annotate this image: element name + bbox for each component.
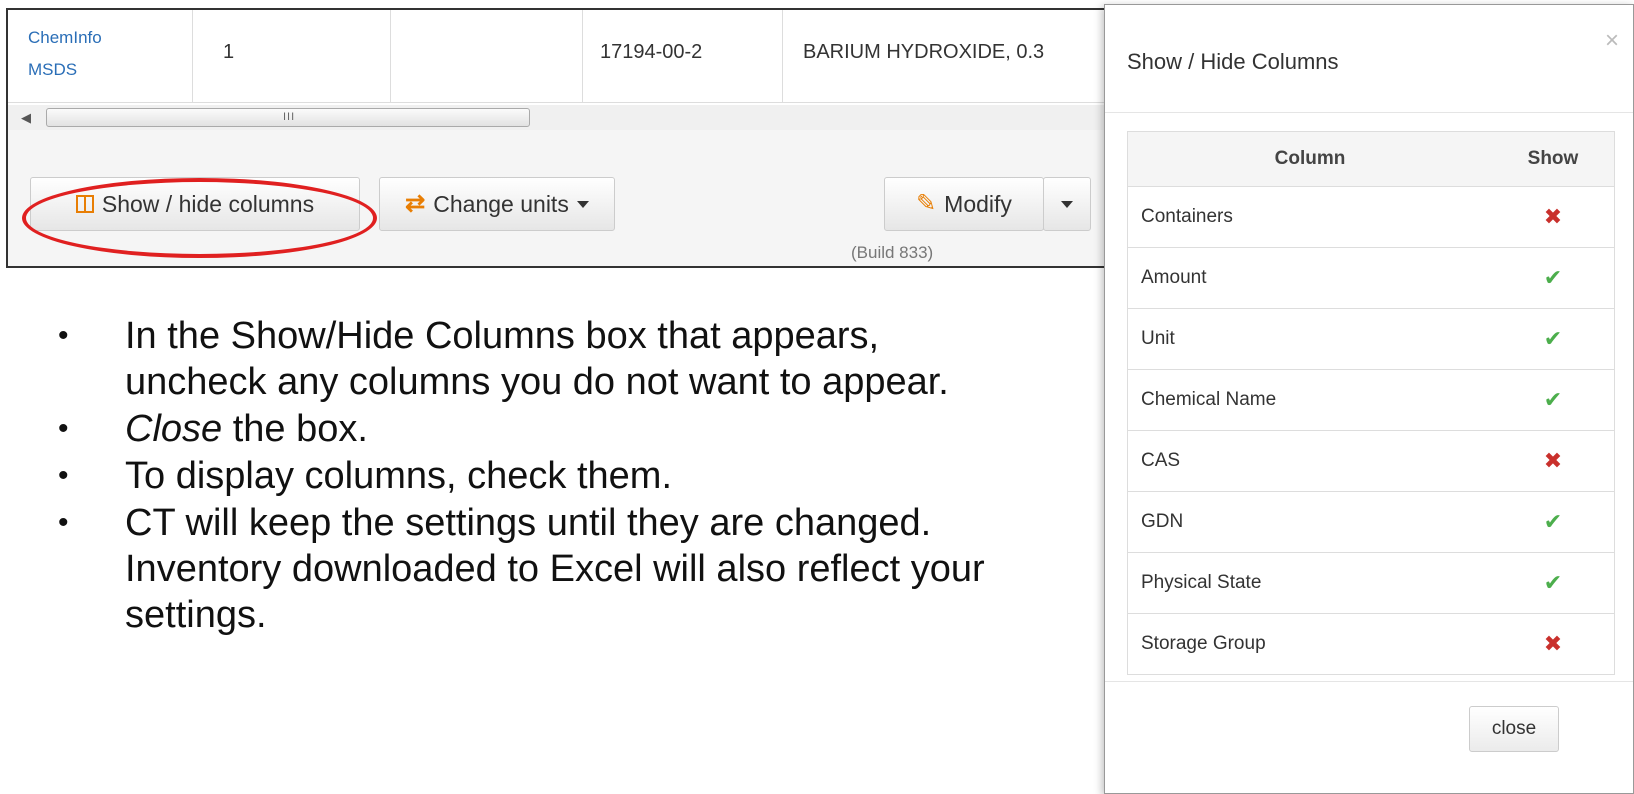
column-name: Unit: [1127, 308, 1492, 370]
column-header: Column: [1127, 131, 1492, 187]
change-units-label: Change units: [433, 190, 569, 217]
table-row[interactable]: Chemical Name ✔: [1127, 369, 1615, 431]
chemical-name-cell: BARIUM HYDROXIDE, 0.3: [783, 10, 1150, 102]
modal-footer-divider: [1105, 681, 1633, 682]
cross-icon[interactable]: ✖: [1492, 186, 1615, 248]
cheminfo-link[interactable]: ChemInfo: [28, 22, 102, 54]
instruction-list: • In the Show/Hide Columns box that appea…: [28, 313, 1028, 639]
edit-icon: ✎: [916, 190, 937, 217]
horizontal-scrollbar[interactable]: ◀ III: [8, 105, 1150, 130]
chevron-down-icon: [1061, 200, 1073, 208]
cas-cell: 17194-00-2: [583, 10, 783, 102]
table-row[interactable]: Amount ✔: [1127, 247, 1615, 309]
column-name: Containers: [1127, 186, 1492, 248]
close-icon[interactable]: ×: [1605, 27, 1619, 55]
columns-table-header: Column Show: [1127, 131, 1615, 187]
build-number: (Build 833): [851, 243, 934, 262]
chemical-name-value: BARIUM HYDROXIDE, 0.3: [803, 41, 1045, 63]
list-item: • Close the box.: [58, 408, 368, 450]
cross-icon[interactable]: ✖: [1492, 430, 1615, 492]
swap-arrows-icon: ⇄: [405, 190, 426, 217]
table-row[interactable]: Physical State ✔: [1127, 552, 1615, 614]
table-row[interactable]: Storage Group ✖: [1127, 613, 1615, 675]
highlight-ellipse: [22, 178, 377, 258]
msds-link[interactable]: MSDS: [28, 54, 102, 86]
modify-label: Modify: [944, 190, 1012, 217]
modify-button[interactable]: ✎ Modify: [884, 177, 1044, 231]
table-row: ChemInfo MSDS 1 17194-00-2 BARIUM HYDROX…: [8, 10, 1150, 102]
scrollbar-grip-icon: III: [283, 111, 296, 123]
checkmark-icon[interactable]: ✔: [1492, 369, 1615, 431]
table-row[interactable]: Containers ✖: [1127, 186, 1615, 248]
links-cell: ChemInfo MSDS: [8, 10, 193, 102]
column-name: Amount: [1127, 247, 1492, 309]
column-name: CAS: [1127, 430, 1492, 492]
scroll-left-arrow-icon[interactable]: ◀: [12, 105, 40, 130]
close-button[interactable]: close: [1469, 706, 1559, 752]
containers-value: 1: [223, 41, 235, 63]
list-item: • CT will keep the settings until they ar…: [58, 502, 985, 636]
column-name: Physical State: [1127, 552, 1492, 614]
table-row[interactable]: Unit ✔: [1127, 308, 1615, 370]
inventory-table-panel: ChemInfo MSDS 1 17194-00-2 BARIUM HYDROX…: [6, 8, 1152, 268]
modify-dropdown-button[interactable]: [1043, 177, 1091, 231]
cross-icon[interactable]: ✖: [1492, 613, 1615, 675]
columns-table: Column Show Containers ✖ Amount ✔ Unit ✔ Chemi…: [1127, 131, 1615, 675]
cas-value: 17194-00-2: [600, 41, 703, 63]
table-row[interactable]: GDN ✔: [1127, 491, 1615, 553]
checkmark-icon[interactable]: ✔: [1492, 491, 1615, 553]
list-item: • In the Show/Hide Columns box that appea…: [58, 315, 949, 403]
show-hide-columns-modal: Show / Hide Columns × Column Show Contai…: [1104, 4, 1634, 794]
column-name: Storage Group: [1127, 613, 1492, 675]
chevron-down-icon: [576, 200, 589, 208]
table-row[interactable]: CAS ✖: [1127, 430, 1615, 492]
checkmark-icon[interactable]: ✔: [1492, 552, 1615, 614]
modal-title: Show / Hide Columns: [1127, 49, 1339, 74]
amount-cell: [391, 10, 583, 102]
checkmark-icon[interactable]: ✔: [1492, 308, 1615, 370]
list-item: • To display columns, check them.: [58, 455, 673, 497]
modal-header-divider: [1105, 112, 1633, 113]
show-header: Show: [1492, 131, 1615, 187]
column-name: Chemical Name: [1127, 369, 1492, 431]
scrollbar-thumb[interactable]: III: [46, 108, 530, 127]
column-name: GDN: [1127, 491, 1492, 553]
containers-cell: 1: [193, 10, 391, 102]
change-units-button[interactable]: ⇄ Change units: [379, 177, 615, 231]
row-divider: [8, 102, 1150, 103]
checkmark-icon[interactable]: ✔: [1492, 247, 1615, 309]
